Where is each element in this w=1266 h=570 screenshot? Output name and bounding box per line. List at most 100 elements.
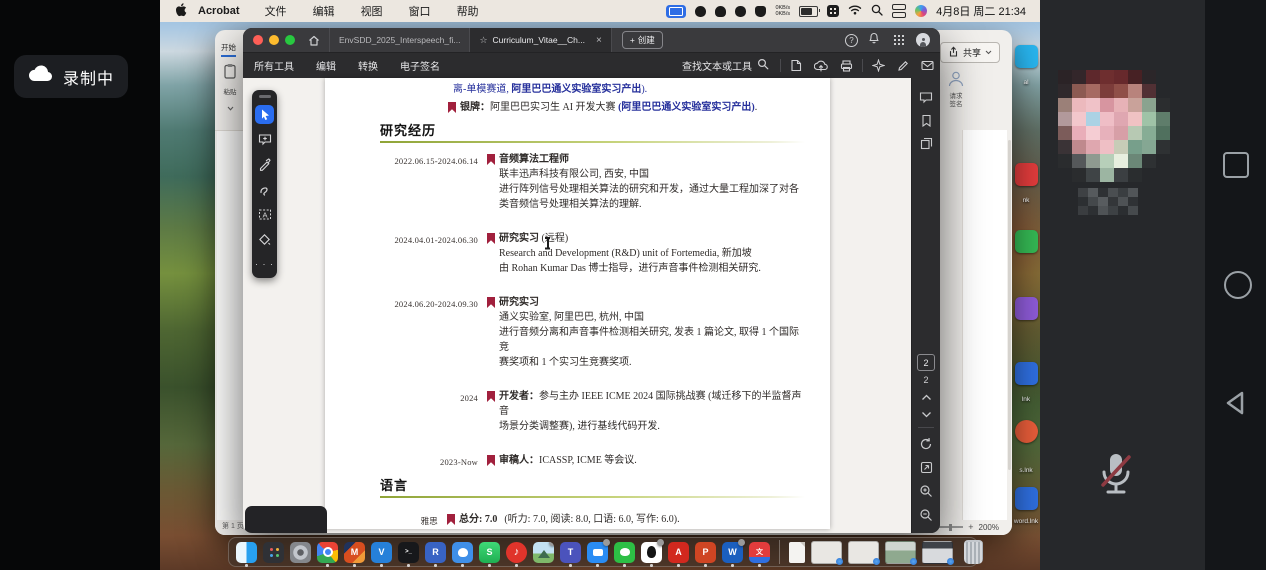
print-icon[interactable] xyxy=(834,60,859,72)
menu-item[interactable]: 编辑 xyxy=(300,3,348,19)
spotlight-search-icon[interactable] xyxy=(871,4,883,19)
ai-assistant-icon[interactable] xyxy=(866,59,891,72)
dock-app-icon[interactable]: A xyxy=(668,542,689,563)
fit-page-icon[interactable] xyxy=(920,461,933,474)
dock-app-icon[interactable]: P xyxy=(695,542,716,563)
microphone-muted-button[interactable] xyxy=(1096,450,1136,503)
more-tools[interactable]: · · · xyxy=(255,255,274,274)
desktop-shortcut-icon[interactable] xyxy=(1015,45,1038,68)
highlight-pen-tool[interactable] xyxy=(255,155,274,174)
wifi-icon[interactable] xyxy=(848,4,862,18)
desktop-shortcut[interactable]: lnk xyxy=(1014,362,1038,403)
desktop-shortcut[interactable] xyxy=(1014,230,1038,264)
close-window-button[interactable] xyxy=(253,35,263,45)
dock-app-icon[interactable] xyxy=(587,542,608,563)
stamp-shapes-tool[interactable] xyxy=(255,230,274,249)
dock-app-icon[interactable]: T xyxy=(560,542,581,563)
menu-app-name[interactable]: Acrobat xyxy=(187,5,252,17)
dock-app-icon[interactable] xyxy=(452,542,473,563)
zoom-level[interactable]: 200% xyxy=(979,523,999,532)
close-tab-icon[interactable]: × xyxy=(596,35,602,46)
save-document-icon[interactable] xyxy=(784,59,808,72)
next-page-chevron[interactable] xyxy=(921,411,932,418)
control-center-icon[interactable] xyxy=(892,4,906,18)
share-button[interactable]: 共享 xyxy=(940,42,1000,63)
minimized-window-thumbnail[interactable] xyxy=(811,541,842,564)
dock-app-icon[interactable]: >_ xyxy=(398,542,419,563)
recording-indicator[interactable]: 录制中 xyxy=(14,55,128,98)
desktop-shortcut[interactable]: s.lnk xyxy=(1014,420,1038,474)
zoom-slider[interactable] xyxy=(939,526,963,528)
menu-bar-clock[interactable]: 4月8日 周二 21:34 xyxy=(936,3,1026,19)
dock-app-icon[interactable] xyxy=(290,542,311,563)
rotate-page-icon[interactable] xyxy=(919,437,933,451)
back-triangle-button[interactable] xyxy=(1223,390,1249,421)
tab-envsdd-document[interactable]: EnvSDD_2025_Interspeech_fi... xyxy=(329,28,469,52)
star-icon[interactable]: ☆ xyxy=(479,35,487,46)
toolbar-item[interactable]: 转换 xyxy=(347,58,389,73)
toolbar-item[interactable]: 编辑 xyxy=(305,58,347,73)
toolbar-item[interactable]: 所有工具 xyxy=(243,58,305,73)
dock-app-icon[interactable] xyxy=(317,542,338,563)
zoom-in-icon[interactable] xyxy=(919,484,933,498)
desktop-shortcut[interactable] xyxy=(1014,297,1038,331)
word-scrollbar[interactable] xyxy=(1008,140,1011,470)
desktop-shortcut[interactable]: word.lnk xyxy=(1014,487,1038,525)
menu-item[interactable]: 文件 xyxy=(252,3,300,19)
zoom-in-button[interactable]: + xyxy=(968,522,973,532)
dock-app-icon[interactable]: S xyxy=(479,542,500,563)
dock-app-icon[interactable] xyxy=(614,542,635,563)
desktop-shortcut-icon[interactable] xyxy=(1015,230,1038,253)
minimized-window-thumbnail[interactable] xyxy=(922,541,953,564)
screen-sharing-status-icon[interactable] xyxy=(666,5,686,18)
palette-drag-handle[interactable] xyxy=(259,95,271,98)
draw-tool[interactable] xyxy=(255,180,274,199)
dock-app-icon[interactable]: R xyxy=(425,542,446,563)
email-envelope-icon[interactable] xyxy=(915,60,940,71)
recents-square-button[interactable] xyxy=(1223,152,1249,178)
dock-app-icon[interactable] xyxy=(236,542,257,563)
desktop-shortcut-icon[interactable] xyxy=(1015,297,1038,320)
home-icon[interactable] xyxy=(307,34,321,47)
account-avatar[interactable] xyxy=(916,33,930,47)
pencil-edit-icon[interactable] xyxy=(891,60,915,72)
acrobat-window[interactable]: EnvSDD_2025_Interspeech_fi... ☆ Curricul… xyxy=(243,28,940,533)
apple-menu-icon[interactable] xyxy=(175,3,187,20)
dock-app-icon[interactable] xyxy=(263,542,284,563)
trash-icon[interactable] xyxy=(964,540,983,564)
status-app-icon-2[interactable] xyxy=(715,6,726,17)
find-text-or-tools[interactable]: 查找文本或工具 xyxy=(682,58,777,73)
zoom-out-icon[interactable] xyxy=(919,508,933,522)
minimized-window-thumbnail[interactable] xyxy=(848,541,879,564)
siri-icon[interactable] xyxy=(915,5,927,17)
apps-grid-icon[interactable] xyxy=(894,35,896,37)
current-page-input[interactable]: 2 xyxy=(917,354,935,371)
tab-curriculum-vitae[interactable]: ☆ Curriculum_Vitae__Ch... × xyxy=(469,28,611,52)
desktop-shortcut[interactable]: al xyxy=(1014,45,1038,86)
document-view-area[interactable]: A · · · 离-单模赛道, 阿里巴巴通义实验室实习产出). 银牌：阿里巴巴实… xyxy=(243,78,911,533)
dock-app-icon[interactable]: 文 xyxy=(749,542,770,563)
menu-item[interactable]: 帮助 xyxy=(444,3,492,19)
cloud-upload-icon[interactable] xyxy=(808,60,834,72)
desktop-shortcut-icon[interactable] xyxy=(1015,362,1038,385)
status-app-icon-3[interactable] xyxy=(755,6,766,17)
select-tool[interactable] xyxy=(255,105,274,124)
desktop-shortcut[interactable]: nk xyxy=(1014,163,1038,204)
menu-item[interactable]: 窗口 xyxy=(396,3,444,19)
desktop-shortcut-icon[interactable] xyxy=(1015,420,1038,443)
minimize-window-button[interactable] xyxy=(269,35,279,45)
add-comment-tool[interactable] xyxy=(255,130,274,149)
dock-app-icon[interactable] xyxy=(533,542,554,563)
input-method-icon[interactable] xyxy=(827,5,839,17)
request-signature-button[interactable]: 请求 签名 xyxy=(942,70,970,109)
desktop-shortcut-icon[interactable] xyxy=(1015,163,1038,186)
dock-app-icon[interactable]: V xyxy=(371,542,392,563)
help-icon[interactable]: ? xyxy=(845,34,858,47)
status-wechat-icon[interactable] xyxy=(735,6,746,17)
home-circle-button[interactable] xyxy=(1224,271,1252,299)
ribbon-tab-home[interactable]: 开始 xyxy=(221,42,236,57)
dock-app-icon[interactable]: M xyxy=(344,542,365,563)
toolbar-item[interactable]: 电子签名 xyxy=(389,58,451,73)
dock-app-icon[interactable] xyxy=(641,542,662,563)
desktop-shortcut-icon[interactable] xyxy=(1015,487,1038,510)
